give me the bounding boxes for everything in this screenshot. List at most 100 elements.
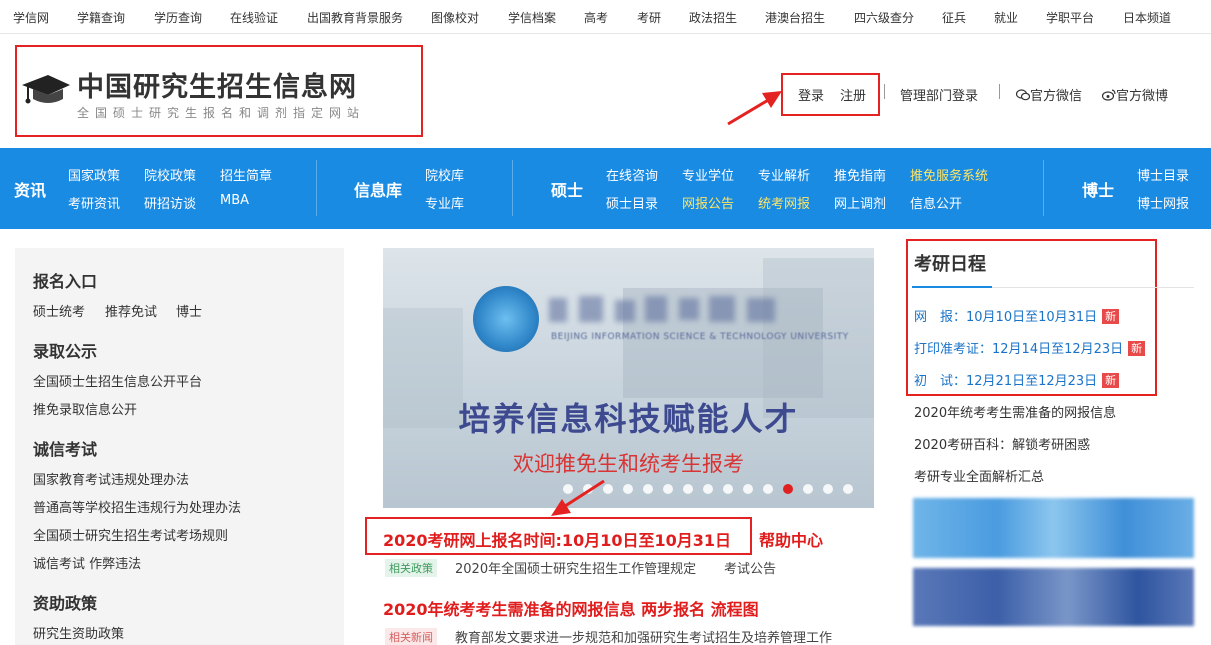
sidebar-link-unified-exam[interactable]: 硕士统考 — [33, 301, 85, 320]
top-nav-cet-scores[interactable]: 四六级查分 — [854, 9, 914, 26]
carousel-dot[interactable] — [643, 484, 653, 494]
top-nav-kaoyan[interactable]: 考研 — [637, 9, 661, 26]
help-center-link[interactable]: 帮助中心 — [759, 527, 823, 551]
wechat-icon — [1015, 89, 1031, 101]
nav-major-analysis[interactable]: 专业解析 — [758, 165, 810, 184]
right-link-kaoyan-encyclopedia[interactable]: 2020考研百科：解锁考研困惑 — [914, 434, 1090, 453]
news-ministry-notice[interactable]: 教育部发文要求进一步规范和加强研究生考试招生及培养管理工作 — [455, 627, 832, 645]
top-nav-archive[interactable]: 学信档案 — [508, 9, 556, 26]
carousel-dot[interactable] — [563, 484, 573, 494]
nav-section-doctor[interactable]: 博士 — [1082, 177, 1114, 201]
carousel-dot[interactable] — [703, 484, 713, 494]
carousel-dot[interactable] — [803, 484, 813, 494]
carousel-dot[interactable] — [783, 484, 793, 494]
top-nav-overseas-service[interactable]: 出国教育背景服务 — [307, 9, 403, 26]
nav-admission-brochure[interactable]: 招生简章 — [220, 165, 272, 184]
nav-unified-registration[interactable]: 统考网报 — [758, 193, 810, 212]
banner-carousel[interactable]: BEIJING INFORMATION SCIENCE & TECHNOLOGY… — [383, 248, 874, 508]
weibo-link[interactable]: 官方微博 — [1101, 85, 1168, 104]
nav-master-catalog[interactable]: 硕士目录 — [606, 193, 658, 212]
right-link-registration-info[interactable]: 2020年统考考生需准备的网报信息 — [914, 402, 1116, 421]
right-link-major-analysis[interactable]: 考研专业全面解析汇总 — [914, 466, 1044, 485]
schedule-item-registration[interactable]: 网 报：10月10日至10月31日新 — [914, 306, 1120, 325]
sidebar-link-exam-rules[interactable]: 全国硕士研究生招生考试考场规则 — [33, 525, 228, 544]
nav-professional-degree[interactable]: 专业学位 — [682, 165, 734, 184]
site-subtitle: 全国硕士研究生报名和调剂指定网站 — [77, 106, 366, 120]
main-navigation: 资讯 国家政策 院校政策 招生简章 考研资讯 研招访谈 MBA 信息库 院校库 … — [0, 148, 1211, 229]
wechat-link[interactable]: 官方微信 — [1015, 85, 1083, 104]
sidebar-link-recommend[interactable]: 推荐免试 — [105, 301, 157, 320]
nav-recommend-guide[interactable]: 推免指南 — [834, 165, 886, 184]
nav-divider — [316, 160, 317, 216]
carousel-dot[interactable] — [663, 484, 673, 494]
schedule-underline — [912, 286, 1194, 288]
nav-section-master[interactable]: 硕士 — [551, 177, 583, 201]
top-nav-degree-query[interactable]: 学历查询 — [154, 9, 202, 26]
schedule-item-admission-ticket[interactable]: 打印准考证：12月14日至12月23日新 — [914, 338, 1146, 357]
carousel-dot[interactable] — [603, 484, 613, 494]
sidebar-link-violation-rules[interactable]: 国家教育考试违规处理办法 — [33, 469, 189, 488]
carousel-dot[interactable] — [843, 484, 853, 494]
top-nav-employment[interactable]: 就业 — [994, 9, 1018, 26]
carousel-dot[interactable] — [743, 484, 753, 494]
carousel-dot[interactable] — [683, 484, 693, 494]
nav-doctor-catalog[interactable]: 博士目录 — [1137, 165, 1189, 184]
sidebar-link-integrity-exam[interactable]: 诚信考试 作弊违法 — [33, 553, 141, 572]
nav-kaoyan-news[interactable]: 考研资讯 — [68, 193, 120, 212]
sidebar-link-info-platform[interactable]: 全国硕士生招生信息公开平台 — [33, 371, 202, 390]
nav-mba[interactable]: MBA — [220, 193, 249, 208]
carousel-dot[interactable] — [723, 484, 733, 494]
nav-online-consult[interactable]: 在线咨询 — [606, 165, 658, 184]
nav-info-disclosure[interactable]: 信息公开 — [910, 193, 962, 212]
admin-login-link[interactable]: 管理部门登录 — [900, 85, 978, 104]
new-badge: 新 — [1128, 341, 1146, 356]
sidebar-link-admission-violation[interactable]: 普通高等学校招生违规行为处理办法 — [33, 497, 241, 516]
top-nav-hk-macau-tw[interactable]: 港澳台招生 — [765, 9, 825, 26]
headline-registration-info[interactable]: 2020年统考考生需准备的网报信息 两步报名 流程图 — [383, 596, 759, 620]
top-nav-conscription[interactable]: 征兵 — [942, 9, 966, 26]
nav-section-news[interactable]: 资讯 — [14, 177, 46, 201]
top-nav-xuexinwang[interactable]: 学信网 — [13, 9, 49, 26]
carousel-dot[interactable] — [583, 484, 593, 494]
nav-registration-notice[interactable]: 网报公告 — [682, 193, 734, 212]
nav-school-policy[interactable]: 院校政策 — [144, 165, 196, 184]
ad-banner[interactable] — [913, 568, 1194, 626]
top-nav-student-status[interactable]: 学籍查询 — [77, 9, 125, 26]
sidebar-link-doctor[interactable]: 博士 — [176, 301, 202, 320]
carousel-dot[interactable] — [823, 484, 833, 494]
news-exam-notice[interactable]: 考试公告 — [724, 558, 776, 577]
top-nav-image-check[interactable]: 图像校对 — [431, 9, 479, 26]
carousel-dot[interactable] — [623, 484, 633, 494]
schedule-item-first-exam[interactable]: 初 试：12月21日至12月23日新 — [914, 370, 1120, 389]
nav-section-database[interactable]: 信息库 — [354, 177, 402, 201]
nav-interviews[interactable]: 研招访谈 — [144, 193, 196, 212]
nav-major-database[interactable]: 专业库 — [425, 193, 464, 212]
nav-national-policy[interactable]: 国家政策 — [68, 165, 120, 184]
wechat-label: 官方微信 — [1030, 89, 1083, 104]
nav-doctor-registration[interactable]: 博士网报 — [1137, 193, 1189, 212]
sidebar-heading-funding: 资助政策 — [33, 594, 98, 613]
sidebar-link-funding-policy[interactable]: 研究生资助政策 — [33, 623, 124, 642]
top-nav-law-admission[interactable]: 政法招生 — [689, 9, 737, 26]
top-nav-japan-channel[interactable]: 日本频道 — [1123, 9, 1171, 26]
banner-welcome: 欢迎推免生和统考生报考 — [513, 452, 744, 476]
login-link[interactable]: 登录 — [798, 85, 824, 104]
top-nav-online-verify[interactable]: 在线验证 — [230, 9, 278, 26]
sidebar-heading-registration: 报名入口 — [33, 272, 98, 291]
top-navigation: 学信网 学籍查询 学历查询 在线验证 出国教育背景服务 图像校对 学信档案 高考… — [0, 0, 1211, 34]
carousel-dot[interactable] — [763, 484, 773, 494]
register-link[interactable]: 注册 — [840, 85, 866, 104]
university-emblem-icon — [473, 286, 539, 352]
nav-divider — [1043, 160, 1044, 216]
nav-recommend-system[interactable]: 推免服务系统 — [910, 165, 988, 184]
tag-related-policy: 相关政策 — [385, 559, 437, 577]
headline-registration-time[interactable]: 2020考研网上报名时间:10月10日至10月31日 — [383, 527, 731, 551]
news-management-rules[interactable]: 2020年全国硕士研究生招生工作管理规定 — [455, 558, 696, 577]
top-nav-gaokao[interactable]: 高考 — [584, 9, 608, 26]
sidebar-link-recommend-public[interactable]: 推免录取信息公开 — [33, 399, 137, 418]
site-logo[interactable]: 中国研究生招生信息网 全国硕士研究生报名和调剂指定网站 — [15, 45, 423, 137]
nav-online-adjustment[interactable]: 网上调剂 — [834, 193, 886, 212]
ad-banner[interactable] — [913, 498, 1194, 558]
nav-school-database[interactable]: 院校库 — [425, 165, 464, 184]
top-nav-career-platform[interactable]: 学职平台 — [1046, 9, 1094, 26]
